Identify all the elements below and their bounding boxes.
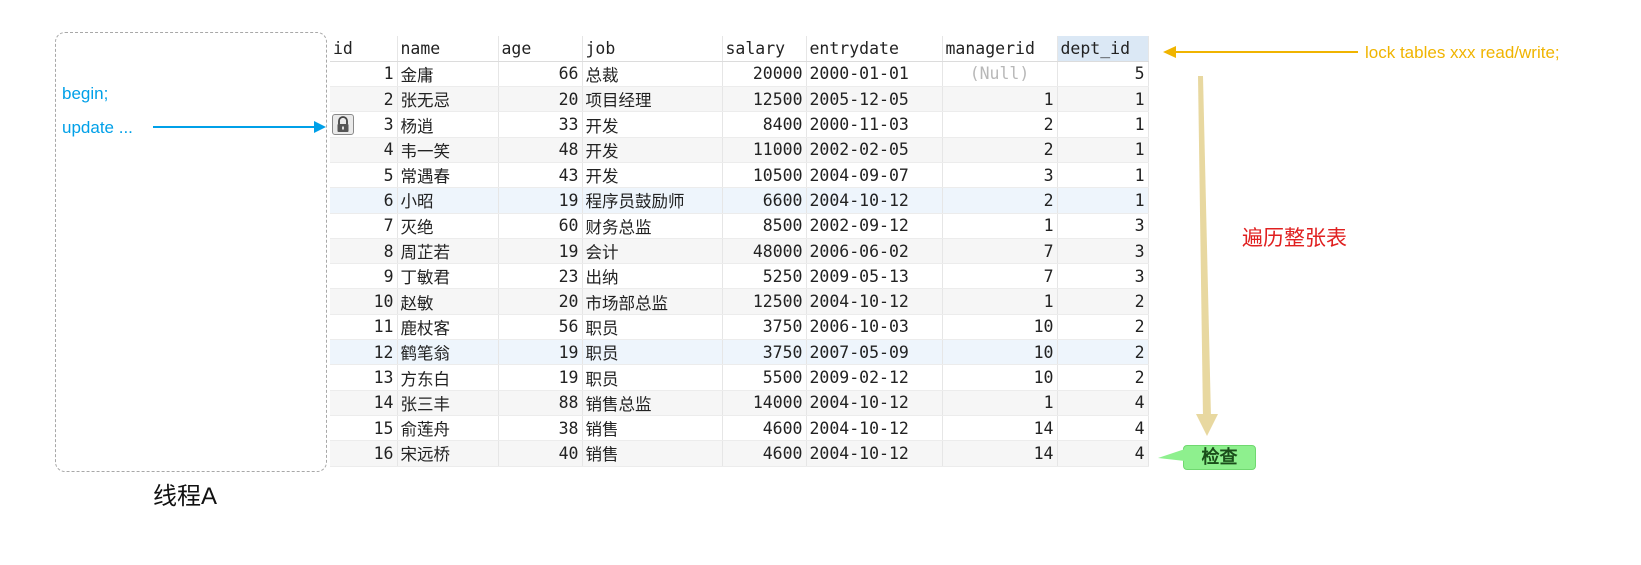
update-arrow — [153, 121, 326, 133]
lock-tables-arrow — [1163, 46, 1358, 58]
check-badge-pointer — [1158, 449, 1185, 461]
annotation-arrows — [153, 46, 1358, 461]
scan-direction-arrow — [1196, 76, 1218, 436]
